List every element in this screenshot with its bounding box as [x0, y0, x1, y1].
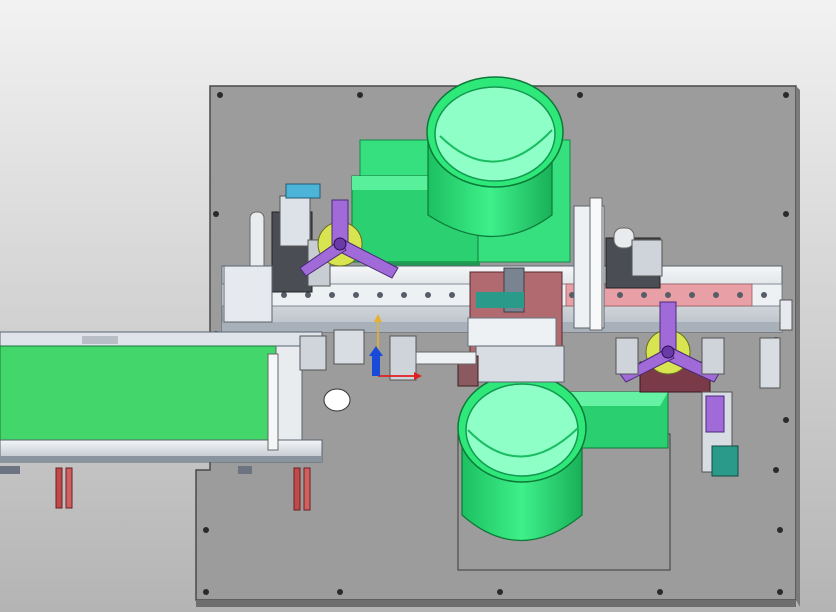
cad-viewport[interactable] [0, 0, 836, 612]
mounting-hole [777, 527, 783, 533]
mounting-hole [203, 527, 209, 533]
rail-bolt [713, 292, 719, 298]
mounting-hole [657, 589, 663, 595]
mounting-hole [217, 92, 223, 98]
rail-bolt [641, 292, 647, 298]
rail-bolt [305, 292, 311, 298]
rail-bolt [281, 292, 287, 298]
lower-vibratory-bowl-feeder-icon[interactable] [457, 373, 587, 541]
mounting-hole [357, 92, 363, 98]
rail-bolt [377, 292, 383, 298]
mounting-hole [213, 211, 219, 217]
mounting-hole [497, 589, 503, 595]
rail-bolt [737, 292, 743, 298]
mounting-hole [783, 417, 789, 423]
conveyor-belt-icon[interactable] [0, 331, 327, 463]
mounting-hole [783, 211, 789, 217]
plate-cutout [323, 388, 351, 412]
rail-bolt [425, 292, 431, 298]
rail-bolt [329, 292, 335, 298]
rail-bolt [689, 292, 695, 298]
center-transfer-station [457, 267, 565, 387]
mounting-hole [783, 92, 789, 98]
mounting-hole [773, 467, 779, 473]
mounting-hole [577, 92, 583, 98]
rail-bolt [401, 292, 407, 298]
rail-bolt [617, 292, 623, 298]
rail-bolt [761, 292, 767, 298]
rail-bolt [665, 292, 671, 298]
mounting-hole [337, 589, 343, 595]
upper-vibratory-bowl-feeder-icon[interactable] [426, 76, 564, 238]
rail-bolt [353, 292, 359, 298]
assembly-model-view[interactable] [0, 0, 836, 612]
mounting-hole [203, 589, 209, 595]
mounting-hole [777, 589, 783, 595]
rail-bolt [449, 292, 455, 298]
